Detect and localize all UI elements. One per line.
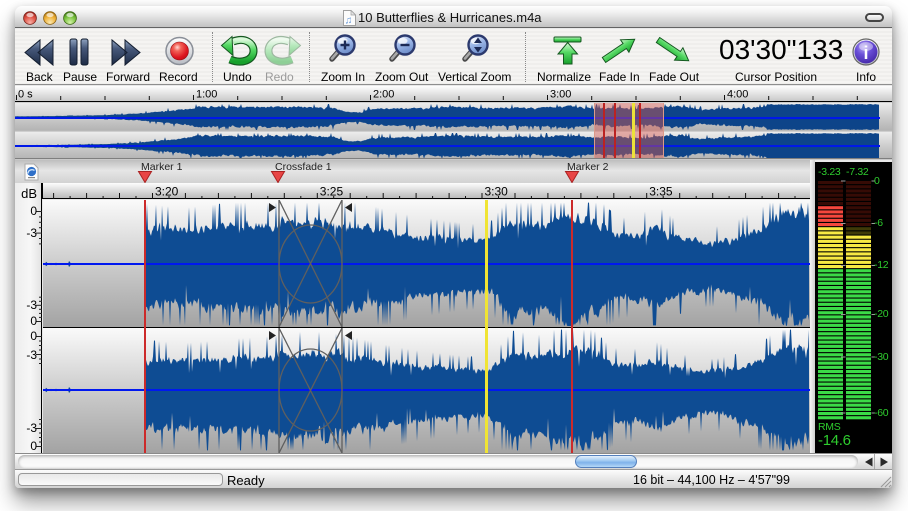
svg-text:0 s: 0 s (18, 89, 33, 101)
svg-text:3:25: 3:25 (320, 185, 344, 199)
svg-text:1:00: 1:00 (196, 89, 217, 101)
svg-text:i: i (863, 43, 868, 63)
svg-text:3:00: 3:00 (550, 89, 571, 101)
svg-text:2:00: 2:00 (373, 89, 394, 101)
svg-text:♫: ♫ (345, 15, 353, 27)
svg-text:3:35: 3:35 (649, 185, 673, 199)
svg-text:4:00: 4:00 (727, 89, 748, 101)
svg-text:3:30: 3:30 (485, 185, 509, 199)
svg-text:3:20: 3:20 (155, 185, 179, 199)
